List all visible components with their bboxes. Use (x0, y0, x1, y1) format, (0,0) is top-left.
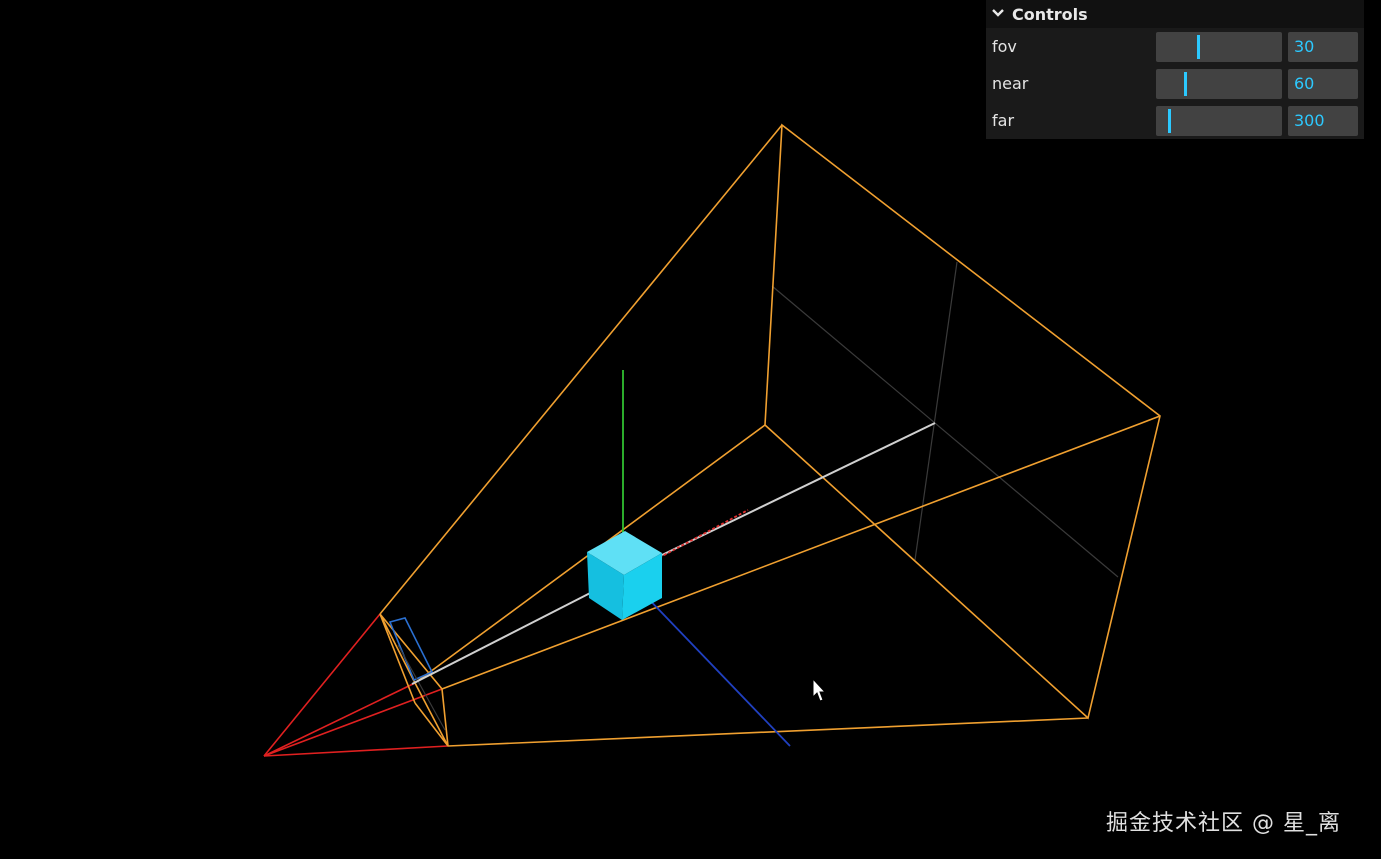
axis-x-line (654, 509, 749, 561)
near-slider-thumb[interactable] (1184, 71, 1187, 96)
watermark-text: 掘金技术社区 @ 星_离 (1106, 811, 1341, 836)
fov-slider[interactable] (1156, 31, 1282, 62)
controls-panel: Controls fov near far (986, 0, 1364, 139)
camera-target-line (411, 587, 601, 685)
camera-up-marker (388, 617, 434, 682)
param-row-far: far (986, 102, 1364, 139)
fov-slider-thumb[interactable] (1197, 34, 1200, 59)
far-slider[interactable] (1156, 105, 1282, 136)
controls-panel-header[interactable]: Controls (986, 0, 1364, 28)
far-input[interactable] (1288, 105, 1358, 136)
param-row-fov: fov (986, 28, 1364, 65)
cube-mesh (587, 531, 662, 620)
param-row-near: near (986, 65, 1364, 102)
camera-frustum (379, 123, 1161, 747)
arrow-cursor-icon (812, 678, 827, 702)
axis-z-line (639, 589, 791, 747)
far-slider-thumb[interactable] (1168, 108, 1171, 133)
far-cross-line (771, 285, 1119, 578)
param-label-far: far (992, 111, 1015, 130)
camera-target-line (661, 422, 936, 556)
chevron-down-icon (992, 7, 1006, 21)
param-label-fov: fov (992, 37, 1017, 56)
param-label-near: near (992, 74, 1029, 93)
near-slider[interactable] (1156, 68, 1282, 99)
near-input[interactable] (1288, 68, 1358, 99)
controls-panel-title: Controls (1012, 4, 1088, 24)
fov-input[interactable] (1288, 31, 1358, 62)
